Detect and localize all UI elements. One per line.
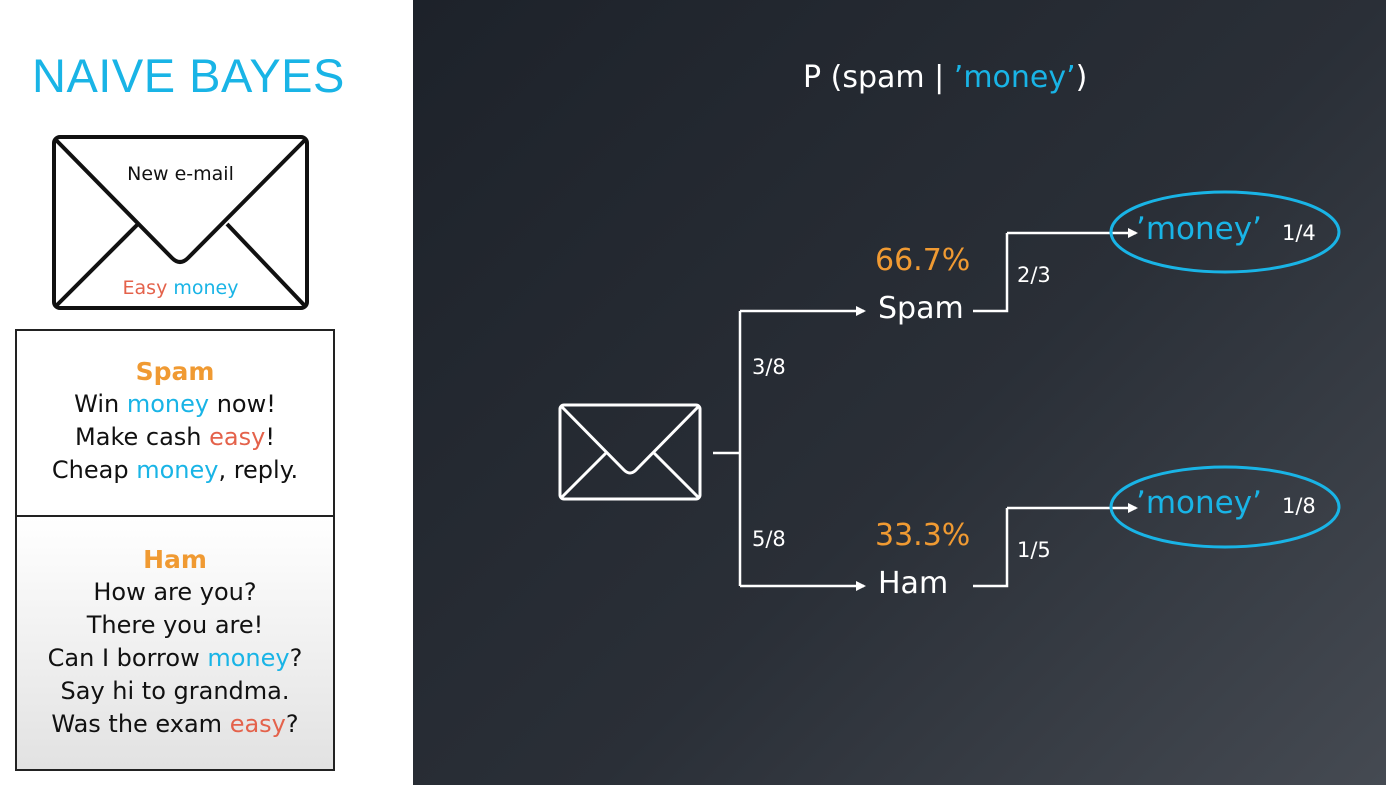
spam-line: Cheap money, reply.	[51, 456, 299, 484]
keyword-money: money	[126, 390, 210, 418]
root-branches	[713, 306, 866, 591]
equation-keyword: ’money’	[953, 60, 1076, 95]
new-email-word-easy: Easy	[122, 277, 168, 299]
ham-line: How are you?	[93, 578, 257, 606]
keyword-easy: easy	[229, 710, 286, 738]
keyword-money: money	[136, 456, 219, 484]
spam-line: Win money now!	[74, 390, 276, 418]
ham-leaf-fraction: 1/8	[1282, 494, 1316, 518]
slide-title: NAIVE BAYES	[32, 49, 345, 102]
email-envelope-icon	[558, 403, 702, 501]
ham-branch	[973, 503, 1138, 588]
equation-text: P (spam | ’money’)	[803, 60, 1088, 95]
ham-label: Ham	[878, 566, 949, 601]
spam-examples-box: Spam Win money now! Make cash easy! Chea…	[15, 329, 335, 517]
ham-line: Can I borrow money?	[47, 644, 303, 672]
spam-box-title: Spam	[135, 357, 215, 386]
spam-leaf-keyword: ’money’	[1136, 211, 1262, 247]
ham-box-title: Ham	[143, 545, 207, 574]
ham-examples-box: Ham How are you? There you are! Can I bo…	[15, 515, 335, 771]
right-panel: P (spam | ’money’) 3/8 5/8 66.7% Spam 2/…	[413, 0, 1386, 785]
ham-line: There you are!	[86, 611, 264, 639]
ham-line: Was the exam easy?	[51, 710, 299, 738]
ham-branch-fraction: 1/5	[1017, 538, 1051, 562]
new-email-card: New e-mail Easy money	[52, 135, 309, 310]
spam-branch	[973, 228, 1138, 313]
ham-leaf-keyword: ’money’	[1136, 485, 1262, 521]
probability-tree	[558, 190, 1341, 591]
ham-line: Say hi to grandma.	[60, 677, 290, 705]
keyword-money: money	[207, 644, 290, 672]
spam-leaf-fraction: 1/4	[1282, 221, 1316, 245]
prior-ham-fraction: 5/8	[752, 527, 786, 551]
keyword-easy: easy	[209, 423, 266, 451]
spam-line: Make cash easy!	[75, 423, 275, 451]
spam-percent: 66.7%	[875, 243, 971, 278]
new-email-header: New e-mail	[127, 163, 234, 185]
ham-percent: 33.3%	[875, 518, 971, 553]
spam-label: Spam	[878, 291, 964, 326]
spam-branch-fraction: 2/3	[1017, 263, 1051, 287]
prior-spam-fraction: 3/8	[752, 355, 786, 379]
new-email-words: Easy money	[52, 277, 309, 299]
new-email-word-money: money	[173, 277, 239, 299]
left-panel: NAIVE BAYES New e-mail Easy money Spam W…	[0, 0, 413, 785]
